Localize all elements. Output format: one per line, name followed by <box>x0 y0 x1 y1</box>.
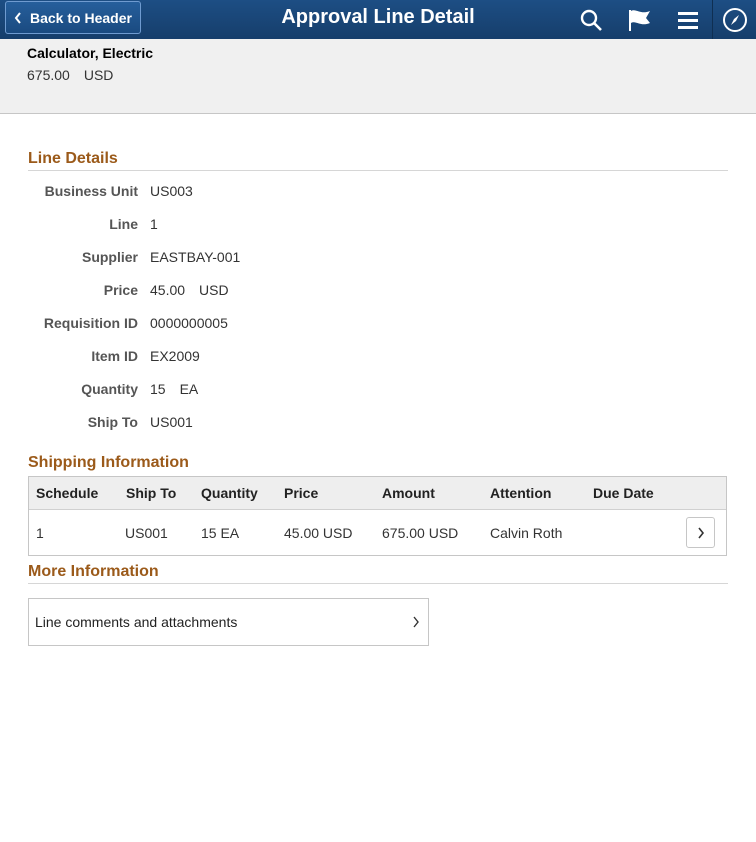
shipping-info-heading: Shipping Information <box>28 454 189 471</box>
table-row[interactable]: 1 US001 15 EA 45.00 USD 675.00 USD Calvi… <box>29 510 726 555</box>
cell-price: 45.00 USD <box>284 525 353 541</box>
chevron-right-icon <box>412 615 420 633</box>
item-summary: Calculator, Electric 675.00 USD <box>0 39 756 114</box>
row-detail-button[interactable] <box>686 517 715 548</box>
chevron-left-icon <box>14 11 22 24</box>
col-quantity: Quantity <box>201 485 258 501</box>
col-due-date: Due Date <box>593 485 654 501</box>
detail-label: Item ID <box>91 348 138 364</box>
back-to-header-button[interactable]: Back to Header <box>5 1 141 34</box>
menu-icon[interactable] <box>674 6 702 34</box>
detail-label: Ship To <box>87 414 138 430</box>
cell-attention: Calvin Roth <box>490 525 563 541</box>
detail-label: Line <box>109 216 138 232</box>
col-schedule: Schedule <box>36 485 99 501</box>
search-icon[interactable] <box>577 6 605 34</box>
cell-quantity: 15 EA <box>201 525 240 541</box>
detail-label: Quantity <box>81 381 138 397</box>
more-info-heading: More Information <box>28 563 728 584</box>
flag-icon[interactable] <box>626 6 654 34</box>
line-comments-attachments-link[interactable]: Line comments and attachments <box>28 598 429 646</box>
detail-label: Price <box>103 282 138 298</box>
detail-label: Business Unit <box>44 183 138 199</box>
amount-value: 675.00 <box>27 67 70 83</box>
detail-value: EASTBAY-001 <box>150 249 241 265</box>
shipping-grid: Schedule Ship To Quantity Price Amount A… <box>28 476 727 556</box>
shipping-grid-header: Schedule Ship To Quantity Price Amount A… <box>29 477 726 510</box>
item-description: Calculator, Electric <box>27 45 154 61</box>
col-amount: Amount <box>382 485 435 501</box>
detail-label: Requisition ID <box>43 315 138 331</box>
detail-value: EX2009 <box>150 348 200 364</box>
detail-value: US003 <box>150 183 193 199</box>
detail-value: US001 <box>150 414 193 430</box>
detail-value: 0000000005 <box>150 315 228 331</box>
link-label: Line comments and attachments <box>35 614 238 630</box>
header-divider <box>712 0 713 39</box>
detail-value: 45.00 USD <box>150 282 229 298</box>
line-details-heading: Line Details <box>28 150 728 171</box>
amount-currency: USD <box>83 67 114 83</box>
cell-schedule: 1 <box>36 525 44 541</box>
detail-value: 1 <box>150 216 158 232</box>
item-amount: 675.00 USD <box>27 67 113 83</box>
col-price: Price <box>284 485 319 501</box>
col-attention: Attention <box>490 485 552 501</box>
detail-value: 15 EA <box>150 381 199 397</box>
top-banner: Back to Header Approval Line Detail <box>0 0 756 39</box>
chevron-right-icon <box>697 527 705 539</box>
cell-ship-to: US001 <box>125 525 168 541</box>
back-to-header-label: Back to Header <box>30 9 132 26</box>
col-ship-to: Ship To <box>126 485 177 501</box>
detail-label: Supplier <box>81 249 138 265</box>
cell-amount: 675.00 USD <box>382 525 459 541</box>
navbar-compass-icon[interactable] <box>721 6 749 34</box>
